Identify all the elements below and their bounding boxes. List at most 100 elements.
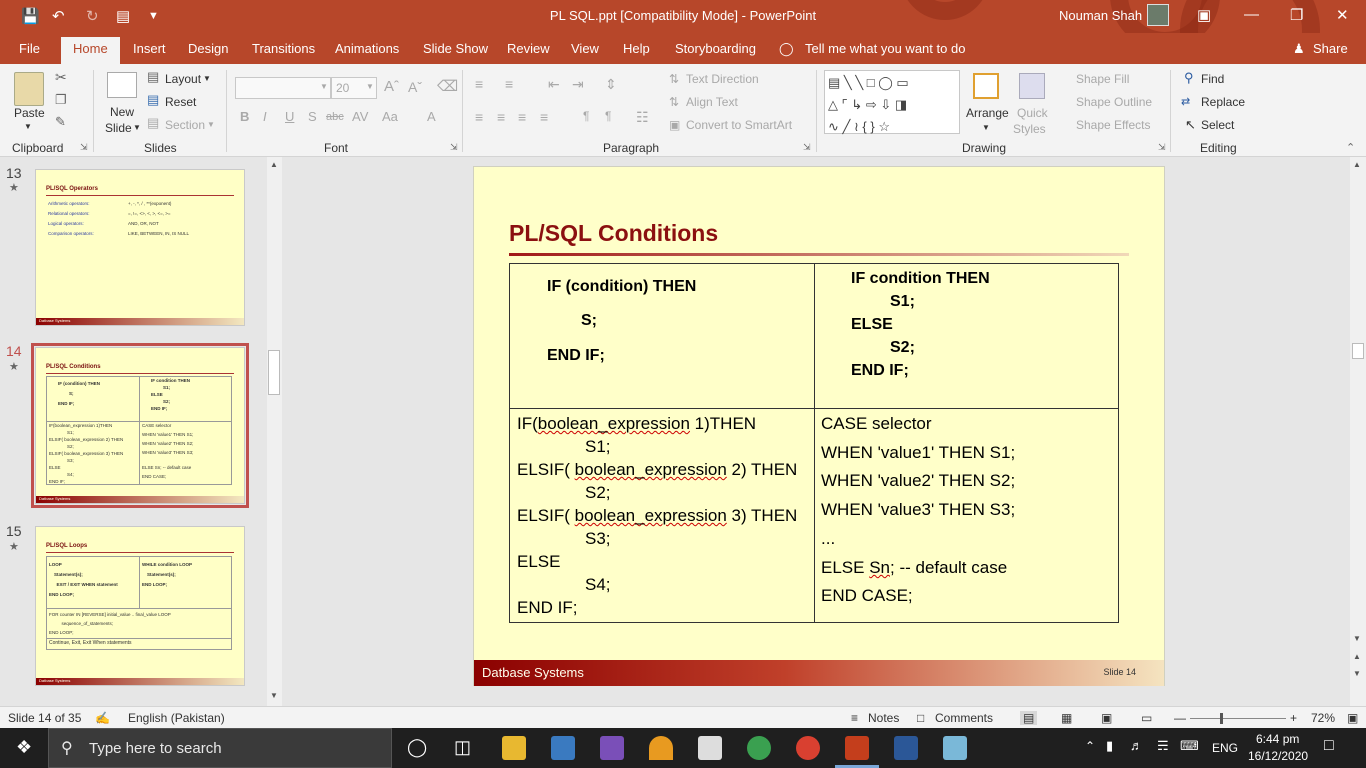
tab-view[interactable]: View xyxy=(571,41,599,56)
decrease-indent-icon[interactable]: ⇤ xyxy=(548,76,560,93)
slide-number-footer[interactable]: Slide 14 xyxy=(1103,667,1136,677)
new-slide-dropdown-icon[interactable]: ▼ xyxy=(133,123,141,132)
normal-view-icon[interactable]: ▤ xyxy=(1020,711,1038,725)
tab-design[interactable]: Design xyxy=(188,41,228,56)
replace-button[interactable]: Replace xyxy=(1201,95,1245,109)
increase-indent-icon[interactable]: ⇥ xyxy=(572,76,584,93)
scroll-up-icon[interactable]: ▲ xyxy=(1353,160,1361,169)
text-direction-button[interactable]: Text Direction xyxy=(686,72,759,86)
tab-help[interactable]: Help xyxy=(623,41,650,56)
paragraph-launcher-icon[interactable]: ⇲ xyxy=(803,142,811,153)
paste-button[interactable]: Paste xyxy=(14,106,45,120)
copy-icon[interactable]: ❐ xyxy=(55,92,67,108)
underline-icon[interactable]: U xyxy=(285,109,294,124)
cut-icon[interactable]: ✂ xyxy=(55,69,67,86)
font-size-dropdown-icon[interactable]: ▼ xyxy=(366,82,374,91)
new-slide-icon[interactable] xyxy=(107,72,137,98)
character-spacing-icon[interactable]: AV xyxy=(352,109,368,124)
keyboard-icon[interactable]: ⌨ xyxy=(1180,738,1199,754)
align-left-icon[interactable]: ≡ xyxy=(475,109,483,125)
find-button[interactable]: Find xyxy=(1201,72,1224,86)
zoom-out-icon[interactable]: — xyxy=(1174,711,1186,725)
decrease-font-icon[interactable]: Aˇ xyxy=(408,79,422,95)
powerpoint-icon[interactable] xyxy=(845,736,869,760)
file-explorer-icon[interactable] xyxy=(502,736,526,760)
arrange-dropdown-icon[interactable]: ▼ xyxy=(982,123,990,132)
layout-dropdown-icon[interactable]: ▼ xyxy=(203,74,211,83)
numbering-icon[interactable]: ≡ xyxy=(505,76,513,92)
font-name-field[interactable] xyxy=(235,77,331,99)
paste-icon[interactable] xyxy=(14,72,44,106)
store-icon[interactable] xyxy=(551,736,575,760)
thumbnail-scrollbar[interactable]: ▲ ▼ xyxy=(267,157,282,706)
tab-review[interactable]: Review xyxy=(507,41,550,56)
chrome-icon[interactable] xyxy=(747,736,771,760)
new-slide-button-line1[interactable]: New xyxy=(110,105,134,119)
slide-title[interactable]: PL/SQL Conditions xyxy=(509,220,718,247)
wifi-icon[interactable]: ☴ xyxy=(1157,738,1169,754)
align-right-icon[interactable]: ≡ xyxy=(518,109,526,125)
avatar[interactable] xyxy=(1147,4,1169,26)
quick-styles-button-line1[interactable]: Quick xyxy=(1017,106,1048,120)
conditions-table[interactable]: IF (condition) THEN S; END IF; IF condit… xyxy=(509,263,1119,623)
scrollbar-thumb[interactable] xyxy=(1352,343,1364,359)
layout-button[interactable]: Layout xyxy=(165,72,201,86)
security-icon[interactable] xyxy=(698,736,722,760)
tab-transitions[interactable]: Transitions xyxy=(252,41,315,56)
bullets-icon[interactable]: ≡ xyxy=(475,76,483,92)
clipboard-launcher-icon[interactable]: ⇲ xyxy=(80,142,88,153)
notes-button[interactable]: Notes xyxy=(868,711,899,725)
input-language[interactable]: ENG xyxy=(1212,741,1238,755)
user-name[interactable]: Nouman Shah xyxy=(1059,8,1142,23)
zoom-slider[interactable] xyxy=(1190,718,1286,719)
chrome-icon[interactable] xyxy=(796,736,820,760)
collapse-ribbon-icon[interactable]: ⌃ xyxy=(1346,141,1355,154)
windows-start-icon[interactable]: ❖ xyxy=(16,737,32,758)
tab-animations[interactable]: Animations xyxy=(335,41,399,56)
ltr-icon[interactable]: ¶ xyxy=(583,109,589,123)
format-painter-icon[interactable]: ✎ xyxy=(55,114,66,130)
editor-scrollbar[interactable]: ▲ ▼ ▲ ▼ xyxy=(1350,157,1366,706)
slide-thumbnail-15[interactable]: PL/SQL Loops LOOP Statement(s); EXIT / E… xyxy=(35,526,245,686)
volume-icon[interactable]: ♬ xyxy=(1130,738,1143,753)
font-name-dropdown-icon[interactable]: ▼ xyxy=(320,82,328,91)
battery-icon[interactable]: ▮ xyxy=(1106,738,1113,754)
slideshow-view-icon[interactable]: ▭ xyxy=(1141,711,1152,725)
clock-date[interactable]: 16/12/2020 xyxy=(1248,749,1308,763)
fit-slide-icon[interactable]: ▣ xyxy=(1347,711,1358,725)
font-launcher-icon[interactable]: ⇲ xyxy=(450,142,458,153)
scroll-down-icon[interactable]: ▼ xyxy=(1353,634,1361,643)
italic-icon[interactable]: I xyxy=(263,109,267,124)
restore-icon[interactable]: ❐ xyxy=(1290,6,1303,24)
slide-sorter-icon[interactable]: ▦ xyxy=(1061,711,1072,725)
tab-storyboarding[interactable]: Storyboarding xyxy=(675,41,756,56)
new-slide-button-line2[interactable]: Slide xyxy=(105,121,132,135)
next-slide-icon[interactable]: ▼ xyxy=(1353,669,1361,678)
shape-fill-button[interactable]: Shape Fill xyxy=(1076,72,1129,86)
zoom-level[interactable]: 72% xyxy=(1311,711,1335,725)
slide-thumbnail-13[interactable]: PL/SQL Operators Arithmetic operators: +… xyxy=(35,169,245,326)
cortana-icon[interactable]: ◯ xyxy=(407,737,427,758)
change-case-icon[interactable]: Aa xyxy=(382,109,398,124)
quick-styles-icon[interactable] xyxy=(1019,73,1045,99)
font-color-icon[interactable]: A xyxy=(427,109,436,124)
section-dropdown-icon[interactable]: ▼ xyxy=(207,120,215,129)
zoom-in-icon[interactable]: + xyxy=(1290,711,1297,725)
zoom-slider-handle[interactable] xyxy=(1220,713,1223,724)
bold-icon[interactable]: B xyxy=(240,109,249,124)
clock-time[interactable]: 6:44 pm xyxy=(1256,732,1299,746)
footer-text[interactable]: Datbase Systems xyxy=(482,665,584,680)
clear-formatting-icon[interactable]: ⌫ xyxy=(437,77,458,95)
app-icon[interactable] xyxy=(649,736,673,760)
share-button[interactable]: Share xyxy=(1313,41,1348,56)
strikethrough-icon[interactable]: abc xyxy=(326,111,344,123)
scrollbar-thumb[interactable] xyxy=(268,350,280,395)
arrange-button[interactable]: Arrange xyxy=(966,106,1009,120)
scroll-down-icon[interactable]: ▼ xyxy=(270,691,278,700)
drawing-launcher-icon[interactable]: ⇲ xyxy=(1158,142,1166,153)
close-icon[interactable]: ✕ xyxy=(1336,6,1349,24)
center-icon[interactable]: ≡ xyxy=(497,109,505,125)
notifications-icon[interactable]: □ xyxy=(1324,737,1334,755)
tab-home[interactable]: Home xyxy=(61,37,120,64)
shape-effects-button[interactable]: Shape Effects xyxy=(1076,118,1151,132)
